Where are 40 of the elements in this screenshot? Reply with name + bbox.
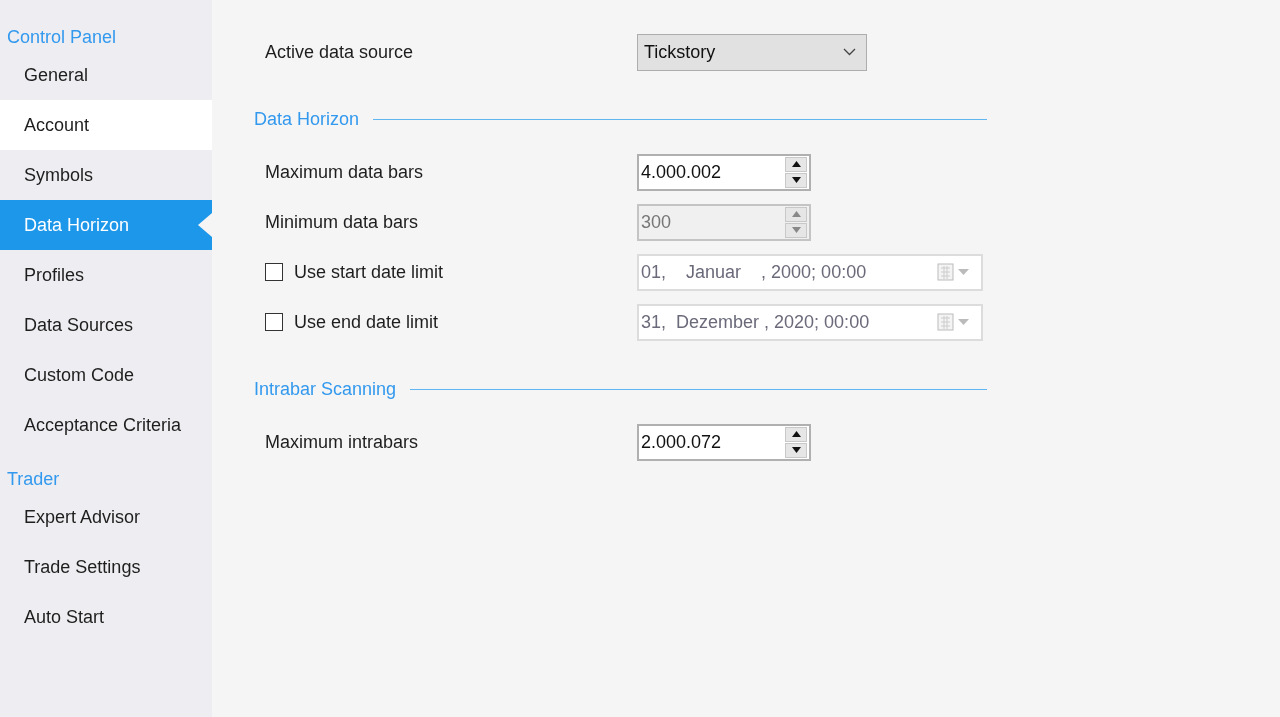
down-triangle-icon (791, 447, 801, 453)
chevron-down-icon (843, 48, 856, 56)
field-label: Maximum intrabars (265, 431, 420, 453)
checkbox[interactable] (265, 263, 283, 281)
sidebar-group-title: Trader (6, 468, 61, 491)
spin-up-button[interactable] (785, 426, 807, 442)
sidebar-item[interactable]: Acceptance Criteria (0, 400, 212, 450)
date-picker-field[interactable]: 31, Dezember , 2020; 00:00 (637, 303, 983, 341)
sidebar-item[interactable]: Symbols (0, 150, 212, 200)
sidebar-item[interactable]: Custom Code (0, 350, 212, 400)
checkbox[interactable] (265, 313, 283, 331)
spin-down-button[interactable] (785, 172, 807, 188)
sidebar-item[interactable]: Profiles (0, 250, 212, 300)
sidebar-item[interactable]: General (0, 50, 212, 100)
data-source-dropdown[interactable]: Tickstory (637, 33, 867, 71)
sidebar-item[interactable]: Expert Advisor (0, 492, 212, 542)
field-label: Maximum data bars (265, 161, 425, 183)
field-label: Active data source (265, 41, 415, 63)
sidebar-item[interactable]: Trade Settings (0, 542, 212, 592)
section-title: Intrabar Scanning (254, 379, 397, 400)
up-triangle-icon (791, 211, 801, 217)
up-triangle-icon (791, 161, 801, 167)
sidebar-group-title: Control Panel (6, 26, 118, 49)
date-picker-field[interactable]: 01, Januar , 2000; 00:00 (637, 253, 983, 291)
up-triangle-icon (791, 431, 801, 437)
number-spinner-field[interactable]: 4.000.002 (637, 153, 811, 191)
field-label: Minimum data bars (265, 211, 420, 233)
sidebar-item[interactable]: Data Sources (0, 300, 212, 350)
spin-up-button[interactable] (785, 156, 807, 172)
sidebar-item[interactable]: Account (0, 100, 212, 150)
down-triangle-icon (791, 177, 801, 183)
number-spinner-field[interactable]: 2.000.072 (637, 423, 811, 461)
down-triangle-icon (791, 227, 801, 233)
section-title: Data Horizon (254, 109, 360, 130)
calendar-dropdown-icon (937, 263, 971, 281)
calendar-dropdown-icon (937, 313, 971, 331)
checkbox-label: Use start date limit (294, 261, 444, 283)
spin-down-button[interactable] (785, 442, 807, 458)
checkbox-label: Use end date limit (294, 311, 439, 333)
sidebar-item[interactable]: Auto Start (0, 592, 212, 642)
